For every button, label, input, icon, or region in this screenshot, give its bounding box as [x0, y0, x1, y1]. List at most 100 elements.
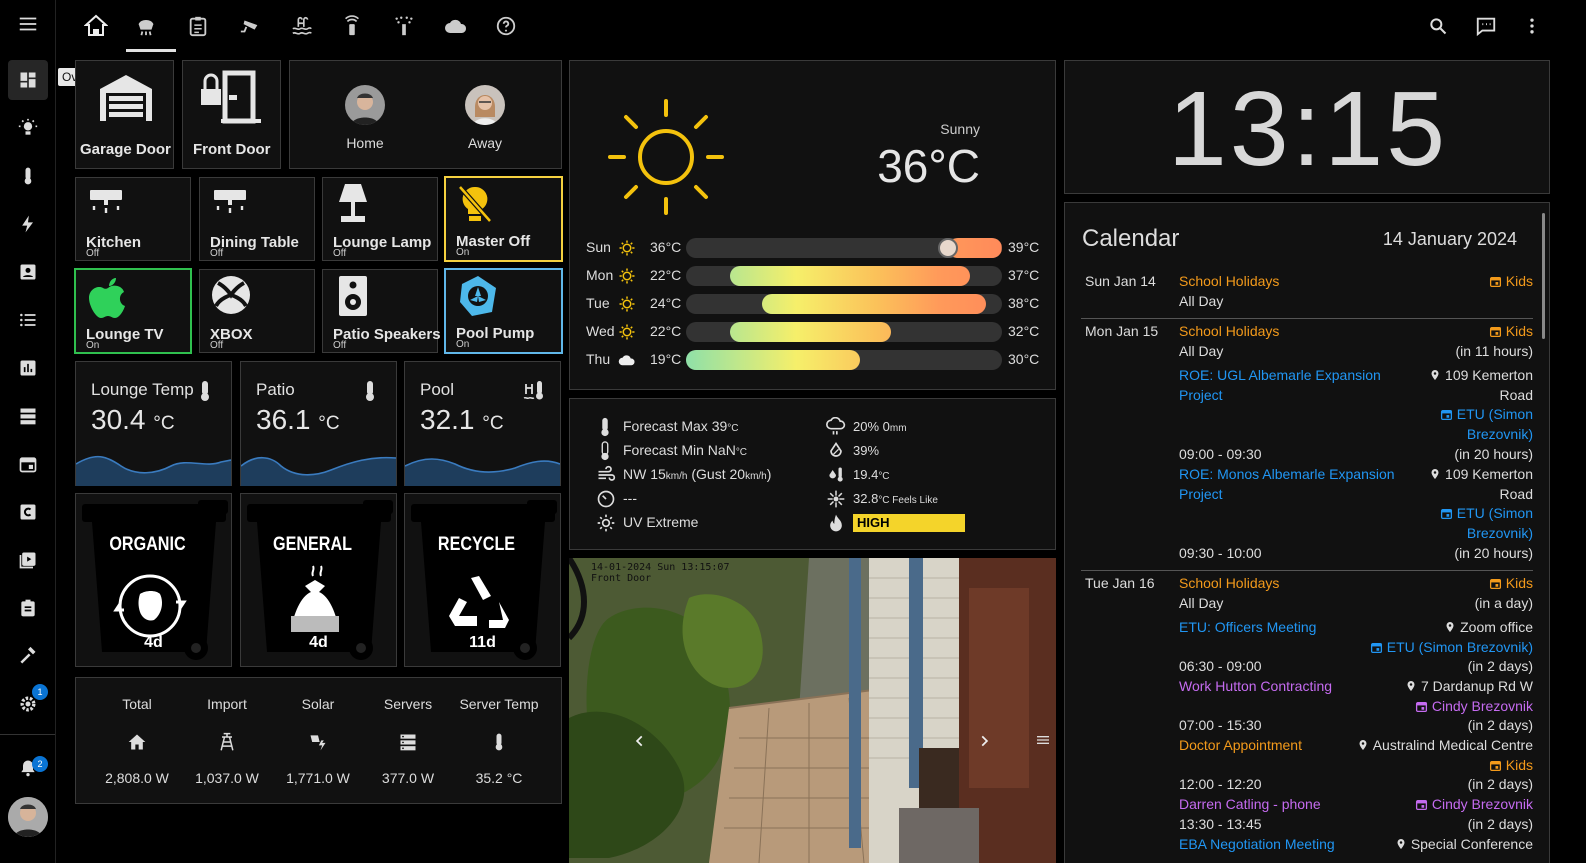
event-title[interactable]: School Holidays [1179, 273, 1279, 289]
lounge-tv-state: On [86, 340, 100, 351]
patio-speakers-label: Patio Speakers [333, 326, 441, 343]
cloud-icon[interactable] [442, 12, 470, 40]
pool-icon[interactable] [288, 12, 316, 40]
event-title[interactable]: School Holidays [1179, 575, 1279, 591]
assist-icon[interactable] [1472, 12, 1500, 40]
sprinkler-icon[interactable] [390, 12, 418, 40]
chart-icon[interactable] [8, 348, 48, 388]
wind: NW 15km/h (Gust 20km/h) [623, 466, 772, 482]
server-icon[interactable] [8, 396, 48, 436]
event-title[interactable]: Project [1179, 387, 1223, 403]
person-home-avatar[interactable] [345, 85, 385, 125]
event-title[interactable]: Darren Catling - phone [1179, 796, 1321, 812]
calendar-small-icon [1489, 757, 1506, 773]
event-title[interactable]: Doctor Appointment [1179, 737, 1302, 753]
lounge-lamp-button[interactable]: Lounge Lamp Off [322, 177, 438, 261]
event-title[interactable]: Project [1179, 486, 1223, 502]
lounge-tv-button[interactable]: Lounge TV On [74, 268, 192, 354]
camera-menu-icon[interactable] [1035, 732, 1051, 748]
event-relative-time: (in 2 days) [1467, 658, 1533, 674]
cloud-small-icon [618, 351, 636, 369]
lounge-temp-sparkline [76, 455, 231, 486]
camera-timestamp: 14-01-2024 Sun 13:15:07 [591, 562, 730, 573]
lounge-temp-card[interactable]: Lounge Temp 30.4 °C [75, 361, 232, 486]
thermometer-icon[interactable] [8, 156, 48, 196]
forecast-range-bar [686, 350, 860, 370]
more-vert-icon[interactable] [1518, 12, 1546, 40]
forecast-range-bar [730, 266, 971, 286]
clipboard-list-icon[interactable] [184, 12, 212, 40]
weather-card[interactable]: Sunny 36°C Sun 36°C 39°C Mon 22°C 37°C Tue 24°C… [569, 60, 1056, 390]
calendar-icon[interactable] [8, 444, 48, 484]
home-icon[interactable] [82, 12, 110, 40]
map-marker-icon [1444, 619, 1460, 635]
forecast-high: 37°C [1008, 267, 1040, 283]
weather-temperature: 36°C [877, 140, 980, 192]
forecast-day: Sun [586, 239, 611, 255]
forecast-range-track [686, 266, 1002, 286]
pool-temp-title: Pool [420, 380, 455, 399]
front-door-button[interactable]: Front Door [182, 60, 281, 169]
kitchen-light-button[interactable]: Kitchen Off [75, 177, 191, 261]
event-title[interactable]: ETU: Officers Meeting [1179, 619, 1316, 635]
calendar-day-label: Mon Jan 15 [1085, 323, 1159, 339]
event-title[interactable]: ROE: UGL Albemarle Expansion [1179, 367, 1381, 383]
forecast-low: 22°C [650, 267, 682, 283]
menu-icon[interactable] [8, 4, 48, 44]
patio-temp-sparkline [241, 456, 396, 486]
lightning-icon[interactable] [8, 204, 48, 244]
event-title[interactable]: Work Hutton Contracting [1179, 678, 1332, 694]
organic-bin-card[interactable]: ORGANIC 4d [75, 493, 232, 667]
event-title[interactable]: EBA Negotiation Meeting [1179, 836, 1335, 852]
sun-small-icon [618, 295, 636, 313]
calendar-day-label: Sun Jan 14 [1085, 273, 1156, 289]
pool-pump-button[interactable]: Pool Pump On [444, 268, 563, 354]
patio-speakers-button[interactable]: Patio Speakers Off [322, 269, 441, 353]
garage-icon [96, 71, 156, 123]
help-icon[interactable] [492, 12, 520, 40]
settings-badge: 1 [32, 684, 48, 700]
camera-next-icon[interactable] [969, 726, 999, 756]
avatar[interactable] [8, 797, 48, 837]
sunny-icon [608, 99, 724, 215]
xbox-button[interactable]: XBOX Off [199, 269, 315, 353]
front-door-camera[interactable]: 14-01-2024 Sun 13:15:07 Front Door [569, 558, 1056, 863]
energy-server-temp-value: 35.2 °C [475, 770, 523, 786]
calendar-scrollbar[interactable] [1542, 213, 1545, 339]
dining-table-state: Off [210, 248, 224, 259]
overview-icon[interactable] [8, 60, 48, 100]
person-away-avatar[interactable] [465, 85, 505, 125]
patio-temp-card[interactable]: Patio 36.1 °C [240, 361, 397, 486]
apple-icon [88, 276, 128, 320]
general-bin-card[interactable]: GENERAL 4d [240, 493, 397, 667]
door-lock-icon [199, 67, 263, 125]
event-calendar-name: Kids [1489, 575, 1533, 591]
forecast-high: 38°C [1008, 295, 1040, 311]
pool-temp-card[interactable]: Pool 32.1 °C [404, 361, 561, 486]
c-box-icon[interactable] [8, 492, 48, 532]
gauge-icon [597, 490, 615, 508]
search-icon[interactable] [1424, 12, 1452, 40]
list-icon[interactable] [8, 300, 48, 340]
energy-servers-value: 377.0 W [381, 770, 435, 786]
hammer-icon[interactable] [8, 636, 48, 676]
dining-table-light-button[interactable]: Dining Table Off [199, 177, 315, 261]
person-home-label: Home [346, 135, 384, 151]
recycle-bin-card[interactable]: RECYCLE 11d [404, 493, 561, 667]
account-box-icon[interactable] [8, 252, 48, 292]
event-title[interactable]: ROE: Monos Albemarle Expansion [1179, 466, 1395, 482]
master-off-button[interactable]: Master Off On [444, 176, 563, 262]
event-title[interactable]: School Holidays [1179, 323, 1279, 339]
media-icon[interactable] [8, 540, 48, 580]
energy-server-temp-header: Server Temp [459, 696, 539, 712]
garage-door-button[interactable]: Garage Door [75, 60, 174, 169]
calendar-card: Calendar 14 January 2024 Sun Jan 14 Mon … [1064, 202, 1550, 863]
clipboard-icon[interactable] [8, 588, 48, 628]
lightbulb-icon[interactable] [8, 108, 48, 148]
lounge-temp-value: 30.4 °C [91, 404, 175, 435]
camera-prev-icon[interactable] [625, 726, 655, 756]
cctv-icon[interactable] [236, 12, 264, 40]
router-icon[interactable] [338, 12, 366, 40]
air-purifier-icon[interactable] [132, 12, 160, 40]
event-calendar-name: Cindy Brezovnik [1415, 796, 1533, 812]
